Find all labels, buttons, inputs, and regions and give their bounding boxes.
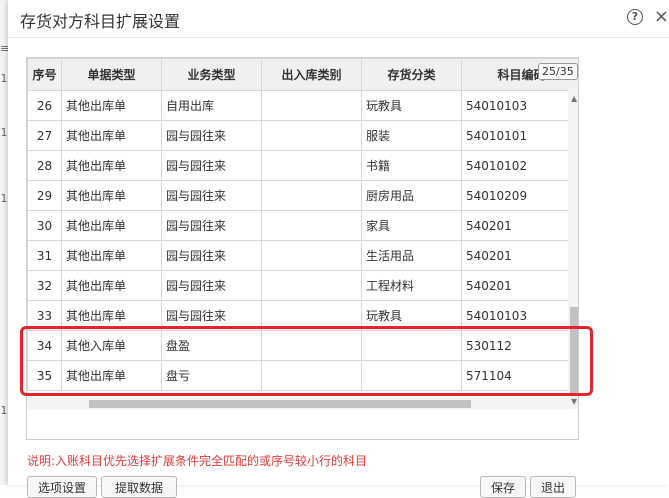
dialog-title: 存货对方科目扩展设置	[20, 12, 181, 31]
scroll-down-icon[interactable]: ▼	[571, 397, 577, 406]
cell-doc-type[interactable]: 其他出库单	[61, 120, 162, 151]
column-header-biz-type[interactable]: 业务类型	[161, 58, 262, 91]
save-button[interactable]: 保存	[480, 476, 526, 498]
cell-inventory-class[interactable]: 家具	[361, 210, 462, 241]
cell-io-category[interactable]	[261, 210, 362, 241]
cell-inventory-class[interactable]: 服装	[361, 120, 462, 151]
cell-biz-type[interactable]: 园与园往来	[161, 210, 262, 241]
cell-biz-type[interactable]: 园与园往来	[161, 180, 262, 211]
column-header-seq[interactable]: 序号	[27, 58, 62, 91]
cell-account-code[interactable]: 540201	[461, 240, 578, 271]
cell-biz-type[interactable]: 园与园往来	[161, 150, 262, 181]
cell-seq: 32	[27, 270, 62, 301]
cell-seq: 26	[27, 90, 62, 121]
cell-seq: 28	[27, 150, 62, 181]
cell-io-category[interactable]	[261, 240, 362, 271]
help-icon[interactable]: ?	[627, 9, 643, 25]
cell-doc-type[interactable]: 其他出库单	[61, 270, 162, 301]
background-window-edge: ≡ 1 1 1 1	[0, 0, 10, 485]
cell-biz-type[interactable]: 园与园往来	[161, 270, 262, 301]
scroll-up-icon[interactable]: ▲	[571, 94, 577, 103]
background-glyph: 1	[0, 192, 8, 205]
cell-account-code[interactable]: 54010209	[461, 180, 578, 211]
cell-inventory-class[interactable]: 厨房用品	[361, 180, 462, 211]
table-row[interactable]: 32 其他出库单 园与园往来 工程材料 540201	[27, 270, 578, 301]
exit-button[interactable]: 退出	[530, 476, 576, 498]
cell-seq: 31	[27, 240, 62, 271]
cell-inventory-class[interactable]: 生活用品	[361, 240, 462, 271]
inventory-offset-account-dialog: 存货对方科目扩展设置 ? × 序号 单据类型 业务类型 出入库类别 存货分类 科…	[8, 0, 669, 498]
background-glyph: 1	[0, 404, 8, 417]
cell-io-category[interactable]	[261, 120, 362, 151]
cell-doc-type[interactable]: 其他出库单	[61, 240, 162, 271]
title-divider	[8, 37, 669, 38]
cell-seq: 29	[27, 180, 62, 211]
table-row[interactable]: 31 其他出库单 园与园往来 生活用品 540201	[27, 240, 578, 271]
cell-biz-type[interactable]: 自用出库	[161, 90, 262, 121]
cell-io-category[interactable]	[261, 150, 362, 181]
fetch-data-button[interactable]: 提取数据	[101, 476, 177, 498]
cell-doc-type[interactable]: 其他出库单	[61, 210, 162, 241]
cell-inventory-class[interactable]: 书籍	[361, 150, 462, 181]
close-icon[interactable]: ×	[654, 6, 669, 27]
page-indicator: 25/35	[538, 63, 578, 80]
options-button[interactable]: 选项设置	[27, 476, 97, 498]
background-glyph: ≡	[0, 42, 10, 55]
table-row[interactable]: 26 其他出库单 自用出库 玩教具 54010103	[27, 90, 578, 121]
cell-io-category[interactable]	[261, 270, 362, 301]
table-row[interactable]: 28 其他出库单 园与园往来 书籍 54010102	[27, 150, 578, 181]
cell-inventory-class[interactable]: 工程材料	[361, 270, 462, 301]
column-header-inventory-class[interactable]: 存货分类	[361, 58, 462, 91]
cell-account-code[interactable]: 54010101	[461, 120, 578, 151]
cell-biz-type[interactable]: 园与园往来	[161, 120, 262, 151]
cell-doc-type[interactable]: 其他出库单	[61, 150, 162, 181]
cell-doc-type[interactable]: 其他出库单	[61, 180, 162, 211]
cell-io-category[interactable]	[261, 180, 362, 211]
column-header-io-category[interactable]: 出入库类别	[261, 58, 362, 91]
cell-account-code[interactable]: 540201	[461, 270, 578, 301]
table-row[interactable]: 29 其他出库单 园与园往来 厨房用品 54010209	[27, 180, 578, 211]
background-glyph: 1	[0, 72, 8, 85]
cell-account-code[interactable]: 54010103	[461, 90, 578, 121]
horizontal-scroll-thumb[interactable]	[89, 400, 471, 408]
cell-seq: 27	[27, 120, 62, 151]
table-header-row: 序号 单据类型 业务类型 出入库类别 存货分类 科目编码	[27, 58, 578, 91]
table-row[interactable]: 27 其他出库单 园与园往来 服装 54010101	[27, 120, 578, 151]
cell-account-code[interactable]: 54010102	[461, 150, 578, 181]
priority-note: 说明:入账科目优先选择扩展条件完全匹配的或序号较小行的科目	[27, 454, 368, 468]
column-header-doc-type[interactable]: 单据类型	[61, 58, 162, 91]
cell-io-category[interactable]	[261, 90, 362, 121]
cell-doc-type[interactable]: 其他出库单	[61, 90, 162, 121]
table-row[interactable]: 30 其他出库单 园与园往来 家具 540201	[27, 210, 578, 241]
background-glyph: 1	[0, 126, 8, 139]
cell-account-code[interactable]: 540201	[461, 210, 578, 241]
highlight-annotation-box	[20, 326, 593, 396]
cell-seq: 30	[27, 210, 62, 241]
cell-inventory-class[interactable]: 玩教具	[361, 90, 462, 121]
horizontal-scrollbar[interactable]	[27, 397, 568, 410]
cell-biz-type[interactable]: 园与园往来	[161, 240, 262, 271]
